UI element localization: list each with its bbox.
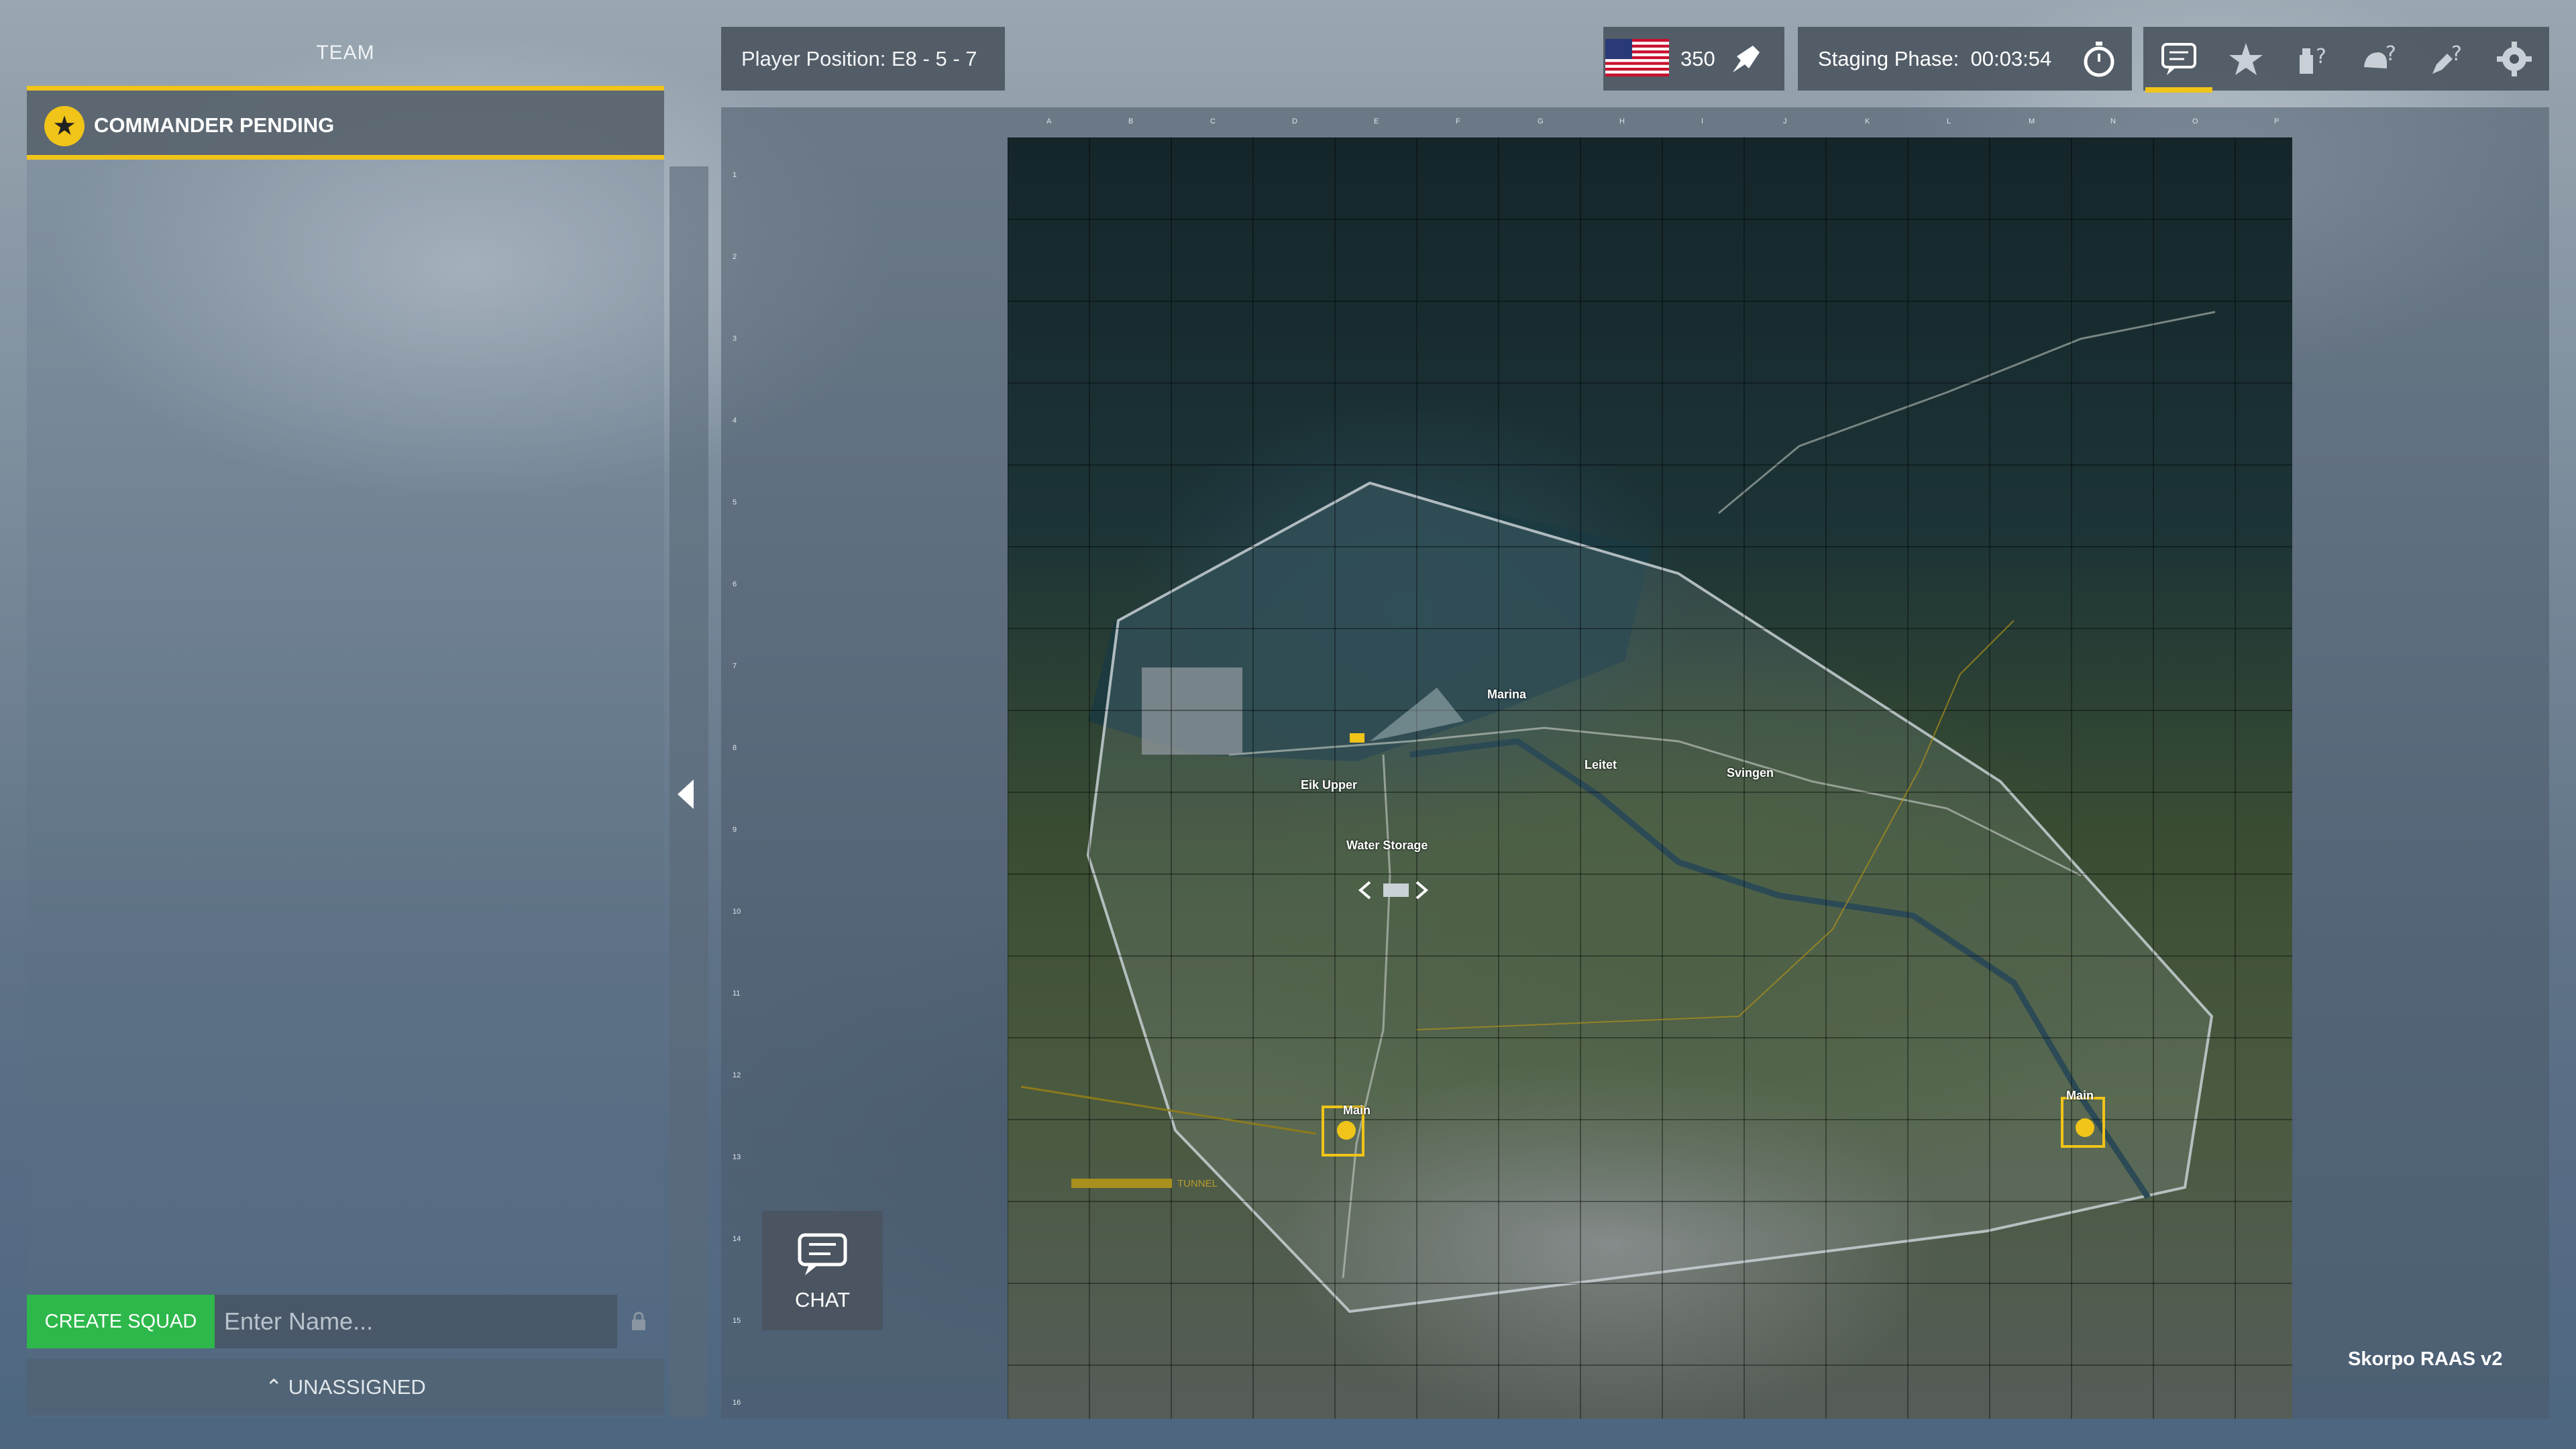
team-panel-title: TEAM [316, 42, 375, 64]
unassigned-toggle[interactable]: ⌃ UNASSIGNED [27, 1358, 664, 1415]
star-icon [2229, 43, 2263, 75]
settings-tab[interactable] [2481, 27, 2548, 91]
map-column-label: I [1701, 117, 1704, 125]
map-location-label: Marina [1487, 688, 1527, 701]
map-column-label: J [1783, 117, 1787, 125]
vehicle-help-tab[interactable]: ? [2347, 27, 2414, 91]
map-row-label: 7 [733, 662, 737, 670]
tactical-map[interactable]: Marina Leitet Svingen Eik Upper Water St… [1008, 138, 2292, 1419]
us-flag-icon [1605, 39, 1669, 76]
map-column-label: D [1292, 117, 1297, 125]
map-row-label: 10 [733, 908, 741, 916]
map-column-label: P [2274, 117, 2279, 125]
squad-name-input[interactable] [215, 1295, 617, 1348]
map-row-label: 8 [733, 744, 737, 752]
svg-text:?: ? [2385, 42, 2396, 66]
map-location-label: Svingen [1727, 766, 1774, 780]
chat-icon [2161, 43, 2196, 75]
chat-button[interactable] [762, 1211, 883, 1330]
map-column-label: N [2110, 117, 2116, 125]
map-row-label: 12 [733, 1071, 741, 1079]
map-row-label: 5 [733, 498, 737, 506]
ticket-icon [1733, 46, 1760, 72]
map-location-label: Eik Upper [1301, 778, 1358, 792]
map-column-label: E [1374, 117, 1379, 125]
map-row-label: 9 [733, 826, 737, 834]
favorites-tab[interactable] [2212, 27, 2279, 91]
deployable-help-tab[interactable]: ? [2414, 27, 2481, 91]
map-row-label: 4 [733, 417, 737, 425]
map-row-label: 14 [733, 1235, 741, 1243]
map-location-label: Water Storage [1346, 839, 1428, 852]
collapse-left-icon[interactable] [678, 780, 694, 809]
map-row-label: 16 [733, 1399, 741, 1407]
map-column-label: C [1210, 117, 1216, 125]
active-tab-indicator [2145, 87, 2212, 93]
squad-help-tab[interactable]: ? [2279, 27, 2347, 91]
map-column-label: B [1128, 117, 1134, 125]
player-position: Player Position: E8 - 5 - 7 [721, 27, 1005, 91]
main-base-label: Main [1343, 1104, 1371, 1117]
svg-text:?: ? [2316, 45, 2326, 68]
lock-icon[interactable] [631, 1311, 647, 1332]
tunnel-label: TUNNEL [1177, 1178, 1218, 1189]
map-row-label: 1 [733, 171, 737, 179]
rocket-question-icon: ? [2432, 42, 2462, 74]
map-row-label: 6 [733, 580, 737, 588]
stopwatch-icon [2084, 42, 2114, 77]
map-location-label: Leitet [1585, 758, 1617, 771]
map-column-label: L [1947, 117, 1951, 125]
map-row-label: 2 [733, 253, 737, 261]
svg-text:?: ? [2451, 42, 2462, 66]
create-squad-button[interactable]: CREATE SQUAD [27, 1295, 215, 1348]
gear-icon [2497, 42, 2532, 76]
map-column-label: M [2029, 117, 2035, 125]
map-column-label: F [1456, 117, 1460, 125]
map-column-label: A [1046, 117, 1052, 125]
commander-status: COMMANDER PENDING [94, 113, 335, 137]
team-panel [27, 86, 664, 1417]
map-row-label: 13 [733, 1153, 741, 1161]
ticket-count: 350 [1680, 47, 1715, 70]
map-column-label: O [2192, 117, 2198, 125]
staging-phase-timer: Staging Phase: 00:03:54 [1818, 47, 2052, 70]
commander-slot[interactable]: ★ COMMANDER PENDING [27, 86, 664, 160]
map-row-label: 15 [733, 1317, 741, 1325]
map-row-label: 3 [733, 335, 737, 343]
helmet-question-icon: ? [2364, 42, 2396, 68]
map-row-label: 11 [733, 989, 741, 998]
map-overlay [1008, 138, 2292, 1419]
chat-tab[interactable] [2145, 27, 2212, 91]
commander-star-icon: ★ [44, 106, 85, 146]
chat-bubble-icon [798, 1233, 847, 1275]
map-name: Skorpo RAAS v2 [2348, 1348, 2503, 1370]
unassigned-label: UNASSIGNED [288, 1375, 426, 1399]
map-column-label: G [1538, 117, 1544, 125]
squad-question-icon: ? [2300, 45, 2326, 74]
map-column-label: K [1865, 117, 1870, 125]
map-column-label: H [1619, 117, 1625, 125]
tunnel-marker [1071, 1179, 1172, 1188]
chat-button-label: CHAT [794, 1288, 851, 1311]
chevron-up-icon: ⌃ [265, 1375, 288, 1399]
main-base-label: Main [2066, 1089, 2094, 1102]
